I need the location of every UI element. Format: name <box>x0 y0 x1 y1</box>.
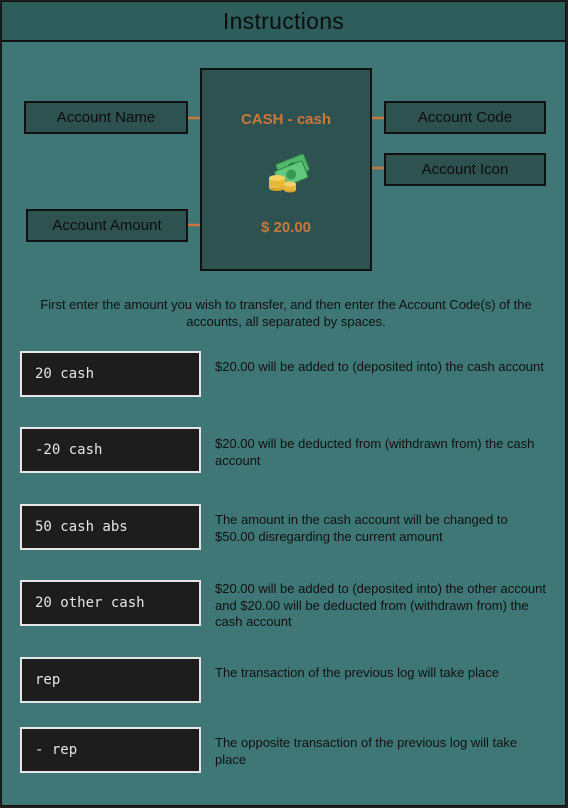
example-description: The transaction of the previous log will… <box>215 665 499 680</box>
page-title: Instructions <box>2 2 565 42</box>
example-description: $20.00 will be deducted from (withdrawn … <box>215 436 535 468</box>
account-icon-label: Account Icon <box>384 153 546 186</box>
cash-coins-icon <box>269 153 310 193</box>
example-command: 50 cash abs <box>20 504 201 550</box>
example-description: $20.00 will be added to (deposited into)… <box>215 359 544 374</box>
example-command: - rep <box>20 727 201 773</box>
account-name-label: Account Name <box>24 101 188 134</box>
example-description: The opposite transaction of the previous… <box>215 735 518 767</box>
example-description: $20.00 will be added to (deposited into)… <box>215 581 547 629</box>
account-card-amount: $ 20.00 <box>260 219 312 236</box>
example-command: 20 other cash <box>20 580 201 626</box>
example-command: 20 cash <box>20 351 201 397</box>
account-amount-label: Account Amount <box>26 209 188 242</box>
account-card: CASH - cash $ 20.00 <box>200 68 372 271</box>
instructions-panel: Instructions Account Name Account Code A… <box>1 1 566 806</box>
example-command: -20 cash <box>20 427 201 473</box>
example-description: The amount in the cash account will be c… <box>215 512 508 544</box>
account-code-label: Account Code <box>384 101 546 134</box>
account-card-name: CASH - cash <box>240 111 332 128</box>
intro-text: First enter the amount you wish to trans… <box>40 297 532 329</box>
example-command: rep <box>20 657 201 703</box>
